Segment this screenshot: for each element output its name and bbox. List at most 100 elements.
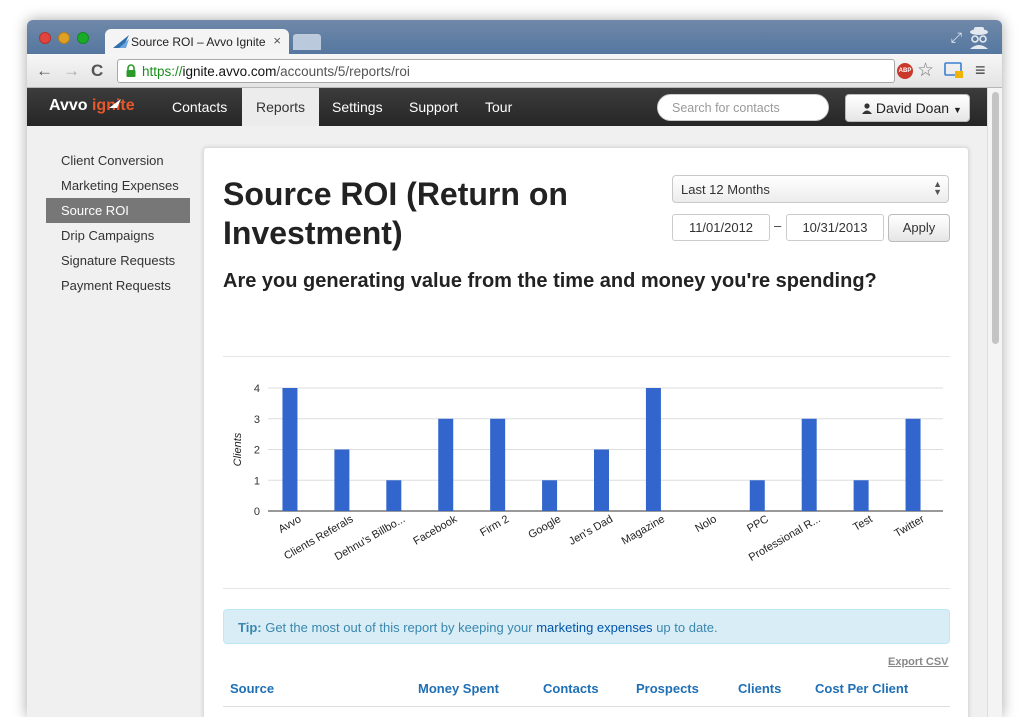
incognito-icon [970, 27, 988, 49]
x-tick-label: PPC [745, 513, 771, 535]
nav-support[interactable]: Support [395, 88, 472, 126]
date-from-input[interactable]: 11/01/2012 [672, 214, 770, 241]
column-header-prospects[interactable]: Prospects [636, 681, 699, 696]
browser-window: Source ROI – Avvo Ignite × ⤢ ← → C https… [27, 20, 1002, 717]
bar [542, 480, 558, 511]
browser-toolbar: ← → C https://ignite.avvo.com/accounts/5… [27, 54, 1002, 88]
report-subtitle: Are you generating value from the time a… [223, 270, 877, 292]
nav-tour[interactable]: Tour [471, 88, 526, 126]
x-tick-label: Avvo [276, 513, 303, 536]
url-host: ignite.avvo.com [182, 64, 277, 79]
nav-reports[interactable]: Reports [242, 88, 320, 126]
apply-button[interactable]: Apply [888, 214, 950, 242]
lock-icon [126, 64, 136, 77]
logo-avvo-text: Avvo [49, 97, 88, 114]
sidebar-item-client-conversion[interactable]: Client Conversion [46, 148, 190, 173]
y-tick-label: 0 [254, 506, 260, 518]
app-navbar: Avvo ignite Contacts Reports Settings Su… [27, 88, 987, 126]
page-viewport: Avvo ignite Contacts Reports Settings Su… [27, 88, 1002, 717]
sidebar-item-source-roi[interactable]: Source ROI [46, 198, 190, 223]
x-tick-label: Facebook [411, 513, 459, 548]
reports-sidebar: Client Conversion Marketing Expenses Sou… [46, 148, 190, 298]
user-name: David Doan [875, 100, 950, 116]
date-range-value: Last 12 Months [681, 182, 770, 197]
bar [386, 480, 402, 511]
browser-tab[interactable]: Source ROI – Avvo Ignite × [105, 29, 289, 55]
clients-by-source-chart: 01234ClientsAvvoClients ReferalsDehnu's … [232, 383, 943, 564]
x-tick-label: Test [851, 513, 874, 533]
user-icon [862, 103, 872, 114]
nav-settings[interactable]: Settings [318, 88, 397, 126]
tip-label: Tip: [238, 620, 262, 635]
divider [223, 356, 950, 357]
y-tick-label: 4 [254, 383, 260, 395]
column-header-cost-per-client[interactable]: Cost Per Client [815, 681, 908, 696]
bar [749, 480, 765, 511]
address-bar[interactable]: https://ignite.avvo.com/accounts/5/repor… [117, 59, 895, 83]
reload-icon[interactable]: C [91, 61, 103, 81]
avvo-favicon-icon [113, 35, 129, 48]
bar [801, 418, 817, 511]
url-text: https://ignite.avvo.com/accounts/5/repor… [142, 64, 410, 79]
date-range-select[interactable]: Last 12 Months ▲ ▼ [672, 175, 949, 203]
column-header-source[interactable]: Source [230, 681, 274, 696]
back-icon[interactable]: ← [36, 61, 53, 81]
y-tick-label: 2 [254, 445, 260, 457]
select-arrows-icon: ▲ ▼ [933, 179, 942, 197]
table-header-divider [223, 706, 950, 707]
bar [905, 418, 921, 511]
tip-alert: Tip: Get the most out of this report by … [223, 609, 950, 644]
menu-icon[interactable]: ≡ [975, 60, 986, 81]
bar [490, 418, 506, 511]
x-tick-label: Jen's Dad [567, 513, 615, 548]
marketing-expenses-link[interactable]: marketing expenses [536, 620, 652, 635]
bar [594, 449, 609, 511]
new-tab-button[interactable] [293, 34, 321, 50]
scrollbar-thumb[interactable] [992, 92, 999, 344]
maximize-window-button[interactable] [77, 32, 89, 44]
date-to-input[interactable]: 10/31/2013 [786, 214, 884, 241]
date-separator: – [774, 218, 782, 233]
bar [853, 480, 869, 511]
contact-search-input[interactable]: Search for contacts [657, 94, 829, 121]
adblock-icon[interactable]: ABP [897, 63, 913, 79]
sidebar-item-signature-requests[interactable]: Signature Requests [46, 248, 190, 273]
nav-contacts[interactable]: Contacts [158, 88, 241, 126]
y-tick-label: 3 [254, 414, 260, 426]
column-header-clients[interactable]: Clients [738, 681, 781, 696]
tab-close-icon[interactable]: × [273, 33, 281, 48]
page-scrollbar[interactable] [987, 88, 1002, 717]
y-axis-label: Clients [232, 432, 244, 466]
divider [223, 588, 950, 589]
fullscreen-icon[interactable]: ⤢ [951, 29, 962, 46]
column-header-contacts[interactable]: Contacts [543, 681, 599, 696]
tab-title: Source ROI – Avvo Ignite [131, 35, 266, 49]
close-window-button[interactable] [39, 32, 51, 44]
bar [334, 449, 350, 511]
bookmark-star-icon[interactable]: ☆ [917, 59, 934, 82]
x-tick-label: Magazine [620, 513, 667, 547]
x-tick-label: Nolo [693, 513, 719, 535]
avvo-ignite-logo[interactable]: Avvo ignite [49, 97, 135, 115]
y-tick-label: 1 [254, 475, 260, 487]
sidebar-item-marketing-expenses[interactable]: Marketing Expenses [46, 173, 190, 198]
minimize-window-button[interactable] [58, 32, 70, 44]
caret-down-icon: ▼ [952, 105, 962, 115]
tip-text-after: up to date. [656, 620, 718, 635]
x-tick-label: Google [526, 513, 563, 541]
url-scheme: https:// [142, 64, 183, 79]
sidebar-item-drip-campaigns[interactable]: Drip Campaigns [46, 223, 190, 248]
bar [645, 388, 661, 511]
x-tick-label: Twitter [892, 513, 926, 540]
report-panel: Source ROI (Return on Investment) Last 1… [203, 147, 969, 717]
user-menu-button[interactable]: David Doan ▼ [845, 94, 970, 122]
sidebar-item-payment-requests[interactable]: Payment Requests [46, 273, 190, 298]
logo-mark-icon [109, 99, 121, 108]
x-tick-label: Firm 2 [478, 513, 511, 539]
export-csv-link[interactable]: Export CSV [888, 656, 949, 668]
bar [282, 388, 298, 511]
column-header-money-spent[interactable]: Money Spent [418, 681, 499, 696]
forward-icon[interactable]: → [63, 61, 80, 81]
extension-icon[interactable] [944, 61, 964, 79]
title-bar: Source ROI – Avvo Ignite × ⤢ [27, 20, 1002, 55]
